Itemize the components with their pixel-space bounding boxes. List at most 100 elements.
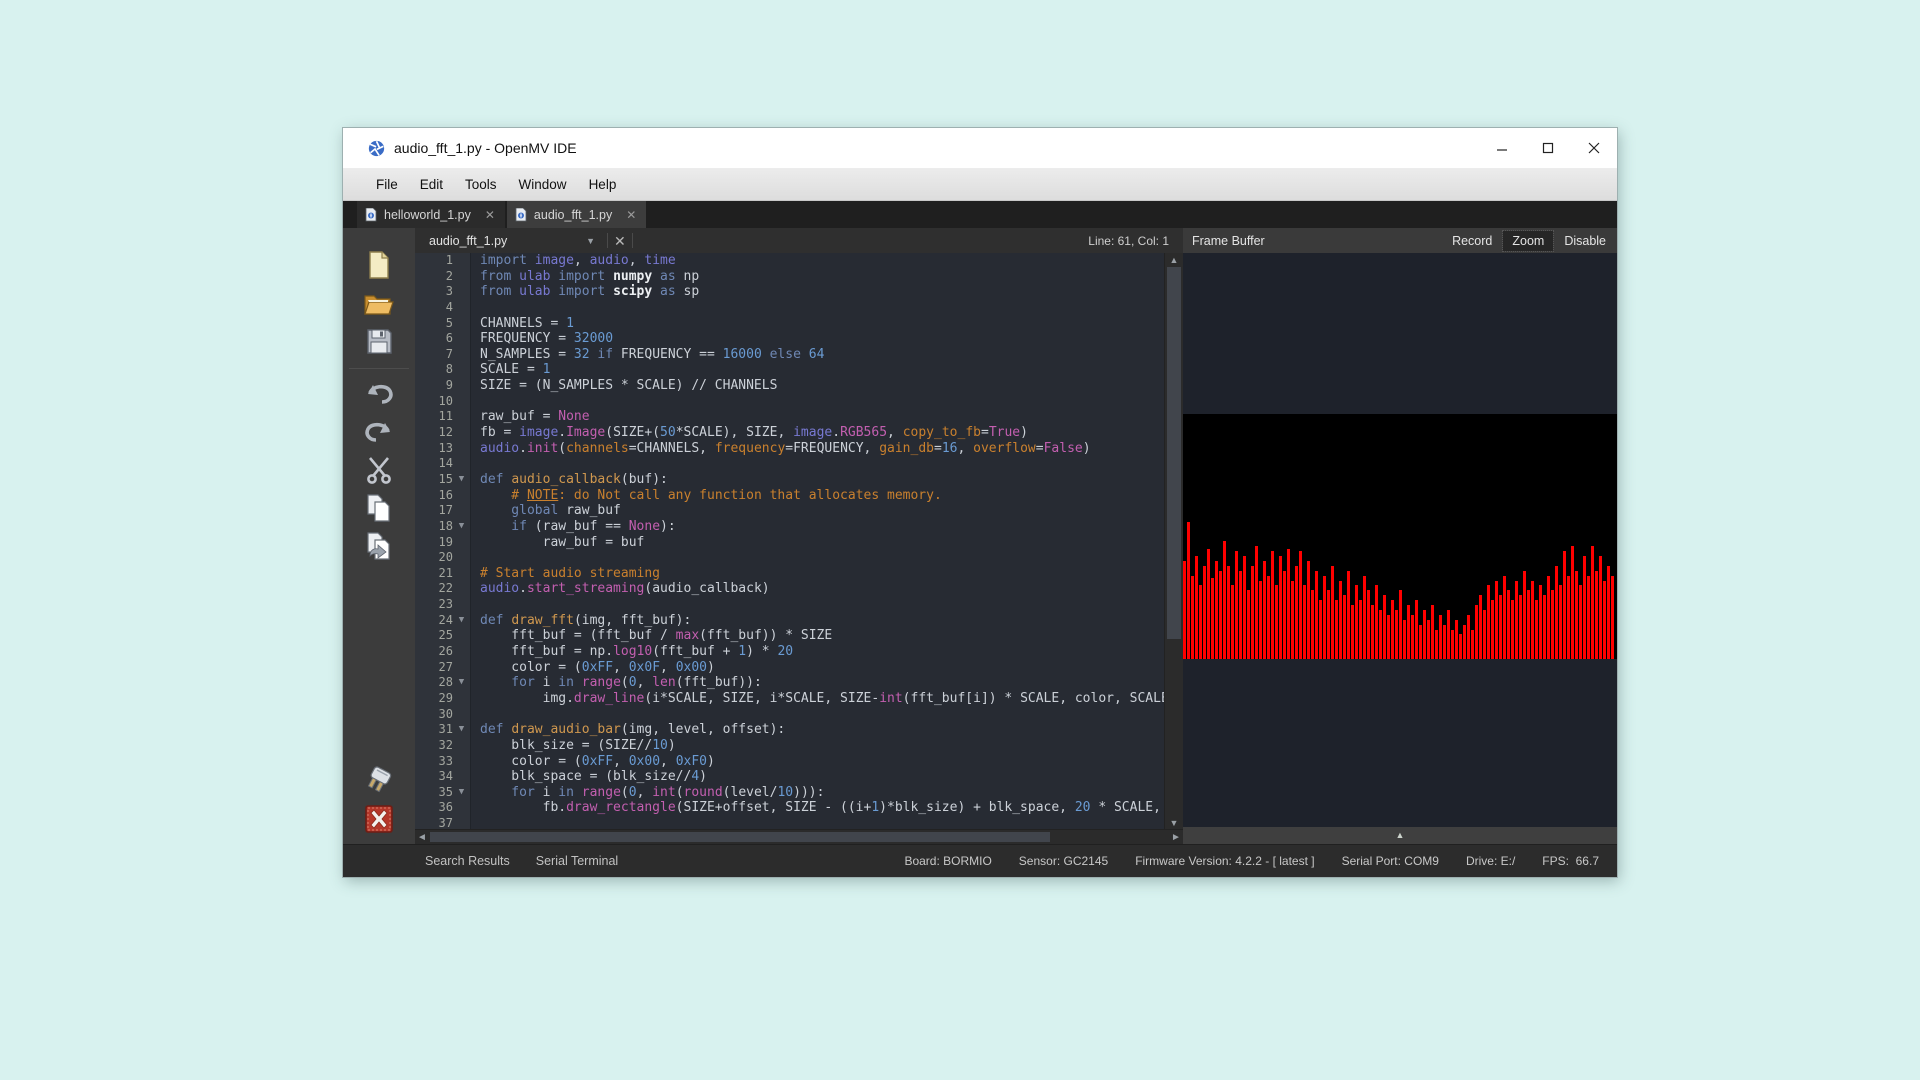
line-number: 36 (415, 800, 453, 816)
paste-button[interactable] (362, 531, 396, 561)
copy-button[interactable] (362, 493, 396, 523)
search-results-button[interactable]: Search Results (425, 854, 510, 868)
menu-file[interactable]: File (365, 168, 409, 200)
fold-margin (453, 754, 471, 770)
fft-bar (1211, 578, 1214, 659)
new-file-button[interactable] (362, 250, 396, 280)
frame-buffer-header: Frame Buffer RecordZoomDisable (1183, 228, 1617, 253)
tab-helloworld_1-py[interactable]: helloworld_1.py✕ (357, 201, 505, 228)
menu-edit[interactable]: Edit (409, 168, 454, 200)
code-line-20: 20 (415, 550, 1164, 566)
code-text: raw_buf = buf (471, 535, 1164, 551)
line-number: 5 (415, 316, 453, 332)
line-number: 16 (415, 488, 453, 504)
scroll-right-arrow-icon[interactable]: ► (1169, 830, 1183, 844)
fold-marker-icon[interactable]: ▼ (453, 519, 471, 535)
code-editor[interactable]: 1import image, audio, time2from ulab imp… (415, 253, 1164, 829)
fft-bar (1415, 600, 1418, 659)
open-folder-button[interactable] (362, 288, 396, 318)
frame-buffer-title: Frame Buffer (1192, 234, 1265, 248)
cut-button[interactable] (362, 455, 396, 485)
fft-bar (1387, 615, 1390, 659)
fft-bar (1195, 556, 1198, 659)
fold-margin (453, 456, 471, 472)
fold-marker-icon[interactable]: ▼ (453, 613, 471, 629)
minimize-button[interactable] (1479, 128, 1525, 168)
fb-zoom-button[interactable]: Zoom (1503, 231, 1553, 251)
fft-bar (1343, 595, 1346, 659)
frame-buffer-expander[interactable]: ▲ (1183, 827, 1617, 844)
maximize-button[interactable] (1525, 128, 1571, 168)
connect-button[interactable] (362, 764, 396, 794)
code-line-36: 36 fb.draw_rectangle(SIZE+offset, SIZE -… (415, 800, 1164, 816)
fft-bar (1531, 581, 1534, 659)
code-line-23: 23 (415, 597, 1164, 613)
scroll-down-arrow-icon[interactable]: ▼ (1165, 816, 1183, 829)
scroll-up-arrow-icon[interactable]: ▲ (1165, 253, 1183, 266)
fft-bar (1203, 566, 1206, 659)
fold-margin (453, 550, 471, 566)
chevron-up-icon: ▲ (1396, 831, 1405, 840)
line-number: 11 (415, 409, 453, 425)
code-line-21: 21# Start audio streaming (415, 566, 1164, 582)
fold-marker-icon[interactable]: ▼ (453, 785, 471, 801)
fold-margin (453, 660, 471, 676)
status-drive: Drive: E:/ (1466, 854, 1515, 868)
fold-marker-icon[interactable]: ▼ (453, 472, 471, 488)
fft-bar (1511, 600, 1514, 659)
line-number: 14 (415, 456, 453, 472)
vertical-scroll-thumb[interactable] (1167, 267, 1181, 639)
scroll-left-arrow-icon[interactable]: ◄ (415, 830, 429, 844)
code-text: blk_space = (blk_size//4) (471, 769, 1164, 785)
code-text: for i in range(0, len(fft_buf)): (471, 675, 1164, 691)
horizontal-scroll-thumb[interactable] (430, 832, 1050, 842)
stop-button[interactable] (362, 804, 396, 834)
fb-disable-button[interactable]: Disable (1555, 231, 1615, 251)
menu-window[interactable]: Window (508, 168, 578, 200)
undo-button[interactable] (362, 379, 396, 409)
fb-record-button[interactable]: Record (1443, 231, 1501, 251)
code-text: if (raw_buf == None): (471, 519, 1164, 535)
line-number: 33 (415, 754, 453, 770)
serial-terminal-button[interactable]: Serial Terminal (536, 854, 618, 868)
fold-margin (453, 738, 471, 754)
fold-marker-icon[interactable]: ▼ (453, 722, 471, 738)
fft-bar (1267, 576, 1270, 659)
fft-bar (1455, 620, 1458, 659)
fft-bar (1227, 566, 1230, 659)
code-text: blk_size = (SIZE//10) (471, 738, 1164, 754)
code-line-30: 30 (415, 707, 1164, 723)
fold-marker-icon[interactable]: ▼ (453, 675, 471, 691)
frame-buffer-body (1183, 253, 1617, 827)
fft-bar (1287, 549, 1290, 659)
tab-close-icon[interactable]: ✕ (485, 209, 495, 221)
horizontal-scrollbar[interactable]: ◄ ► (415, 829, 1183, 844)
fold-margin (453, 691, 471, 707)
redo-button[interactable] (362, 417, 396, 447)
fold-margin (453, 269, 471, 285)
vertical-scrollbar[interactable]: ▲ ▼ (1164, 253, 1183, 829)
tab-audio_fft_1-py[interactable]: audio_fft_1.py✕ (507, 201, 646, 228)
cursor-position: Line: 61, Col: 1 (1088, 234, 1169, 248)
open-file-name: audio_fft_1.py (429, 234, 586, 248)
save-button[interactable] (362, 326, 396, 356)
open-file-selector[interactable]: audio_fft_1.py ▼ (425, 230, 601, 251)
line-number: 18 (415, 519, 453, 535)
line-number: 2 (415, 269, 453, 285)
fft-bar (1223, 541, 1226, 659)
code-line-7: 7N_SAMPLES = 32 if FREQUENCY == 16000 el… (415, 347, 1164, 363)
tab-close-icon[interactable]: ✕ (626, 209, 636, 221)
fft-bar (1591, 546, 1594, 659)
code-text: def draw_audio_bar(img, level, offset): (471, 722, 1164, 738)
close-document-button[interactable]: ✕ (614, 234, 626, 248)
menu-tools[interactable]: Tools (454, 168, 508, 200)
menu-help[interactable]: Help (578, 168, 628, 200)
fft-bar (1451, 630, 1454, 659)
code-line-31: 31▼def draw_audio_bar(img, level, offset… (415, 722, 1164, 738)
fft-bar (1339, 581, 1342, 659)
fft-bar (1323, 576, 1326, 659)
fft-bar (1575, 571, 1578, 659)
close-button[interactable] (1571, 128, 1617, 168)
code-line-24: 24▼def draw_fft(img, fft_buf): (415, 613, 1164, 629)
fft-bar (1555, 566, 1558, 659)
